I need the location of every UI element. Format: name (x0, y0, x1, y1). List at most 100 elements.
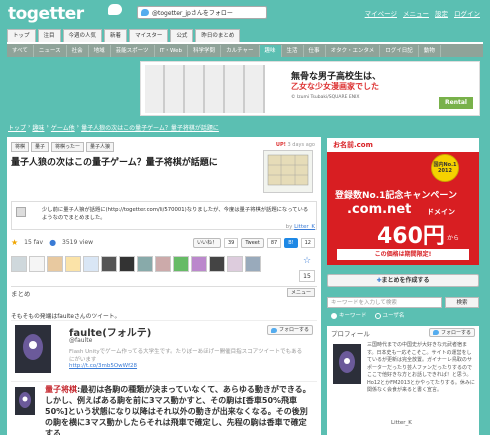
fav-user-avatar[interactable] (65, 256, 81, 272)
tweet-user-link[interactable]: http://t.co/3mb5OwWf28 (69, 363, 137, 369)
sidebar: ✚まとめを作成する キーワードを入力して検索 検索 キーワード ユーザ名 プロフ… (327, 270, 479, 435)
article-description: 少し前に量子人狼が話題に(http://togetter.com/li/5700… (42, 207, 309, 221)
page-title: 量子人狼の次はこの量子ゲーム？量子将棋が話題に (11, 158, 218, 168)
ad-domain: .com.net (347, 202, 412, 217)
author-avatar[interactable] (16, 207, 26, 217)
breadcrumb-hobby[interactable]: 趣味 (32, 123, 44, 132)
site-logo[interactable]: togetter (8, 4, 84, 24)
tweet-follow-button[interactable]: フォローする (266, 325, 313, 335)
breadcrumb-current[interactable]: 量子人狼の次はこの量子ゲーム？量子将棋が話題に (81, 123, 219, 132)
fav-counter[interactable]: ☆ 15 (299, 256, 315, 284)
category-society[interactable]: 社会 (67, 44, 89, 57)
breadcrumb-top[interactable]: トップ (8, 123, 26, 132)
tag-quantum-werewolf[interactable]: 量子人狼 (86, 142, 115, 152)
fav-user-avatar[interactable] (83, 256, 99, 272)
fav-user-avatar[interactable] (11, 256, 27, 272)
fav-user-avatar[interactable] (47, 256, 63, 272)
article-stats: ★ 15 fav ● 3519 view (11, 238, 93, 247)
banner-rental-badge: Rental (439, 97, 473, 109)
fav-user-avatar[interactable] (227, 256, 243, 272)
category-all[interactable]: すべて (7, 44, 34, 57)
nav-yesterday[interactable]: 昨日のまとめ (195, 29, 241, 42)
nav-meister[interactable]: マイスター (129, 29, 169, 42)
fav-user-avatar[interactable] (245, 256, 261, 272)
category-it-web[interactable]: IT・Web (155, 44, 189, 57)
facebook-like-button[interactable]: いいね！ (192, 238, 221, 248)
category-region[interactable]: 地域 (89, 44, 111, 57)
profile-box: プロフィール フォローする 三国時代までの中国史が大好きな元武者宿ます。日本史も… (327, 326, 479, 435)
nav-weekly-popular[interactable]: 今週の人気 (62, 29, 103, 42)
character-illustration (333, 344, 361, 384)
breadcrumb: トップ › 趣味 › ゲーム他 › 量子人狼の次はこの量子ゲーム？量子将棋が話題に (8, 123, 219, 132)
profile-title: プロフィール (331, 330, 370, 338)
logo-bubble-icon (108, 4, 122, 15)
tweet-highlight: 量子将棋 (45, 385, 77, 394)
author-link[interactable]: Litter_K (294, 224, 315, 230)
tag-shogi[interactable]: 将棋 (11, 142, 30, 152)
fav-user-avatar[interactable] (137, 256, 153, 272)
tweet-button[interactable]: Tweet (241, 238, 264, 248)
article-thumbnail[interactable] (263, 150, 313, 193)
profile-follow-button[interactable]: フォローする (428, 328, 475, 337)
category-news[interactable]: ニュース (34, 44, 67, 57)
category-culture[interactable]: カルチャー (221, 44, 260, 57)
fav-user-avatar[interactable] (119, 256, 135, 272)
nav-top[interactable]: トップ (7, 29, 36, 42)
profile-name[interactable]: Litter_K (391, 420, 412, 426)
category-work[interactable]: 仕事 (304, 44, 326, 57)
link-login[interactable]: ログイン (454, 8, 480, 18)
section-menu-button[interactable]: メニュー (286, 288, 315, 297)
category-hobby[interactable]: 趣味 (259, 44, 282, 57)
category-life[interactable]: 生活 (282, 44, 304, 57)
hatena-bookmark-button[interactable]: B! (284, 238, 298, 248)
link-menu[interactable]: メニュー (403, 8, 429, 18)
create-matome-button[interactable]: ✚まとめを作成する (327, 274, 479, 287)
ad-price-suffix: から (447, 235, 460, 242)
twitter-bird-icon (270, 327, 277, 333)
fav-user-avatar[interactable] (191, 256, 207, 272)
nav-featured[interactable]: 注目 (37, 29, 61, 42)
tag-quantum[interactable]: 量子 (31, 142, 50, 152)
banner-ad[interactable]: 無骨な男子高校生は、 乙女な少女漫画家でした © Izumi Tsubaki/S… (140, 61, 480, 116)
ad-domain-suffix: ドメイン (427, 208, 455, 216)
nav-official[interactable]: 公式 (170, 29, 194, 42)
tweet-user-handle[interactable]: @faulte (69, 337, 92, 344)
tweet-avatar[interactable] (15, 387, 35, 415)
link-settings[interactable]: 設定 (435, 8, 448, 18)
category-diary[interactable]: ログイ日記 (380, 44, 419, 57)
section-label: まとめ (11, 290, 31, 298)
fav-counter-value: 15 (299, 270, 315, 282)
twitter-follow-button[interactable]: @togetter_jpさんをフォロー (137, 6, 267, 19)
search-type-radios: キーワード ユーザ名 (331, 311, 404, 319)
fav-user-avatar[interactable] (155, 256, 171, 272)
search-input[interactable]: キーワードを入力して検索 (327, 297, 442, 308)
fav-user-avatar[interactable] (209, 256, 225, 272)
radio-username[interactable]: ユーザ名 (374, 311, 404, 319)
updated-time: UP! 3 days ago (275, 142, 315, 148)
tweet-avatar[interactable] (15, 325, 51, 373)
fav-user-avatar[interactable] (173, 256, 189, 272)
ad-campaign: 登録数No.1記念キャンペーン (335, 191, 457, 201)
fav-user-avatar[interactable] (29, 256, 45, 272)
fav-user-avatar[interactable] (101, 256, 117, 272)
category-animals[interactable]: 動物 (419, 44, 441, 57)
tag-list: 将棋 量子 将棋ったー 量子人狼 (11, 142, 115, 152)
category-nav: すべて ニュース 社会 地域 芸能スポーツ IT・Web 科学学問 カルチャー … (7, 42, 483, 57)
character-illustration (15, 387, 35, 415)
profile-avatar[interactable] (333, 344, 361, 384)
breadcrumb-game[interactable]: ゲーム他 (51, 123, 75, 132)
category-entertainment-sports[interactable]: 芸能スポーツ (111, 44, 155, 57)
search-button[interactable]: 検索 (445, 297, 479, 308)
ad-price: 460円 (377, 224, 445, 249)
description-box: 少し前に量子人狼が話題に(http://togetter.com/li/5700… (11, 201, 317, 230)
award-badge-icon: 国内No.1 2012 (431, 154, 459, 182)
radio-keyword[interactable]: キーワード (331, 311, 367, 319)
category-science[interactable]: 科学学問 (188, 44, 222, 57)
tag-shogitter[interactable]: 将棋ったー (51, 142, 85, 152)
category-otaku[interactable]: オタク・エンタメ (326, 44, 381, 57)
nav-new[interactable]: 新着 (104, 29, 128, 42)
link-mypage[interactable]: マイページ (365, 8, 397, 18)
twitter-follow-label: @togetter_jpさんをフォロー (152, 10, 233, 17)
share-buttons: いいね！ 39 Tweet 87 B! 12 (192, 238, 315, 248)
sidebar-ad[interactable]: お名前.com 国内No.1 2012 登録数No.1記念キャンペーン .com… (327, 138, 479, 265)
